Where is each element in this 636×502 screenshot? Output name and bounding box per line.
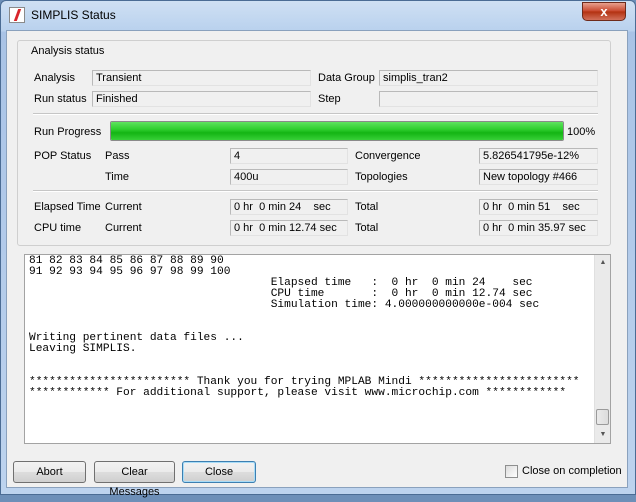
- pop-status-label: POP Status: [34, 150, 92, 162]
- data-group-label: Data Group: [318, 72, 375, 84]
- elapsed-total-field: 0 hr 0 min 51 sec: [479, 199, 598, 215]
- elapsed-time-label: Elapsed Time: [34, 201, 101, 213]
- cpu-current-field: 0 hr 0 min 12.74 sec: [230, 220, 348, 236]
- message-console[interactable]: 81 82 83 84 85 86 87 88 89 90 91 92 93 9…: [24, 254, 611, 444]
- cpu-time-label: CPU time: [34, 222, 82, 234]
- separator: [33, 190, 598, 192]
- close-button[interactable]: Close: [182, 461, 256, 483]
- scroll-down-arrow-icon[interactable]: ▼: [595, 427, 611, 443]
- abort-button[interactable]: Abort: [13, 461, 86, 483]
- title-bar[interactable]: SIMPLIS Status x: [1, 1, 635, 31]
- cpu-current-label: Current: [105, 222, 142, 234]
- pass-field: 4: [230, 148, 348, 164]
- close-on-completion-checkbox[interactable]: [505, 465, 518, 478]
- data-group-field: simplis_tran2: [379, 70, 598, 86]
- topologies-label: Topologies: [355, 171, 408, 183]
- step-field: [379, 91, 598, 107]
- run-status-field: Finished: [92, 91, 311, 107]
- elapsed-current-field: 0 hr 0 min 24 sec: [230, 199, 348, 215]
- topologies-field: New topology #466: [479, 169, 598, 185]
- separator: [33, 113, 598, 115]
- step-label: Step: [318, 93, 341, 105]
- pass-label: Pass: [105, 150, 130, 162]
- clear-messages-button[interactable]: Clear Messages: [94, 461, 175, 498]
- console-scrollbar[interactable]: ▲ ▼: [594, 255, 610, 443]
- cpu-total-label: Total: [355, 222, 379, 234]
- analysis-status-title: Analysis status: [28, 45, 108, 57]
- time-field: 400u: [230, 169, 348, 185]
- elapsed-current-label: Current: [105, 201, 142, 213]
- convergence-label: Convergence: [355, 150, 421, 162]
- console-text[interactable]: 81 82 83 84 85 86 87 88 89 90 91 92 93 9…: [25, 255, 610, 399]
- run-status-label: Run status: [34, 93, 87, 105]
- cpu-total-field: 0 hr 0 min 35.97 sec: [479, 220, 598, 236]
- analysis-label: Analysis: [34, 72, 75, 84]
- analysis-field: Transient: [92, 70, 311, 86]
- scrollbar-thumb[interactable]: [596, 409, 609, 425]
- time-label: Time: [105, 171, 130, 183]
- convergence-field: 5.826541795e-12%: [479, 148, 598, 164]
- run-progress-fill: [111, 122, 563, 140]
- elapsed-total-label: Total: [355, 201, 379, 213]
- run-progress-bar: [110, 121, 564, 141]
- run-progress-label: Run Progress: [34, 126, 102, 138]
- scroll-up-arrow-icon[interactable]: ▲: [595, 255, 611, 271]
- simplis-app-icon: [9, 7, 25, 23]
- close-on-completion-label[interactable]: Close on completion: [522, 465, 622, 477]
- run-progress-percent: 100%: [567, 126, 596, 138]
- window-title: SIMPLIS Status: [31, 8, 116, 22]
- window-close-button[interactable]: x: [582, 2, 626, 21]
